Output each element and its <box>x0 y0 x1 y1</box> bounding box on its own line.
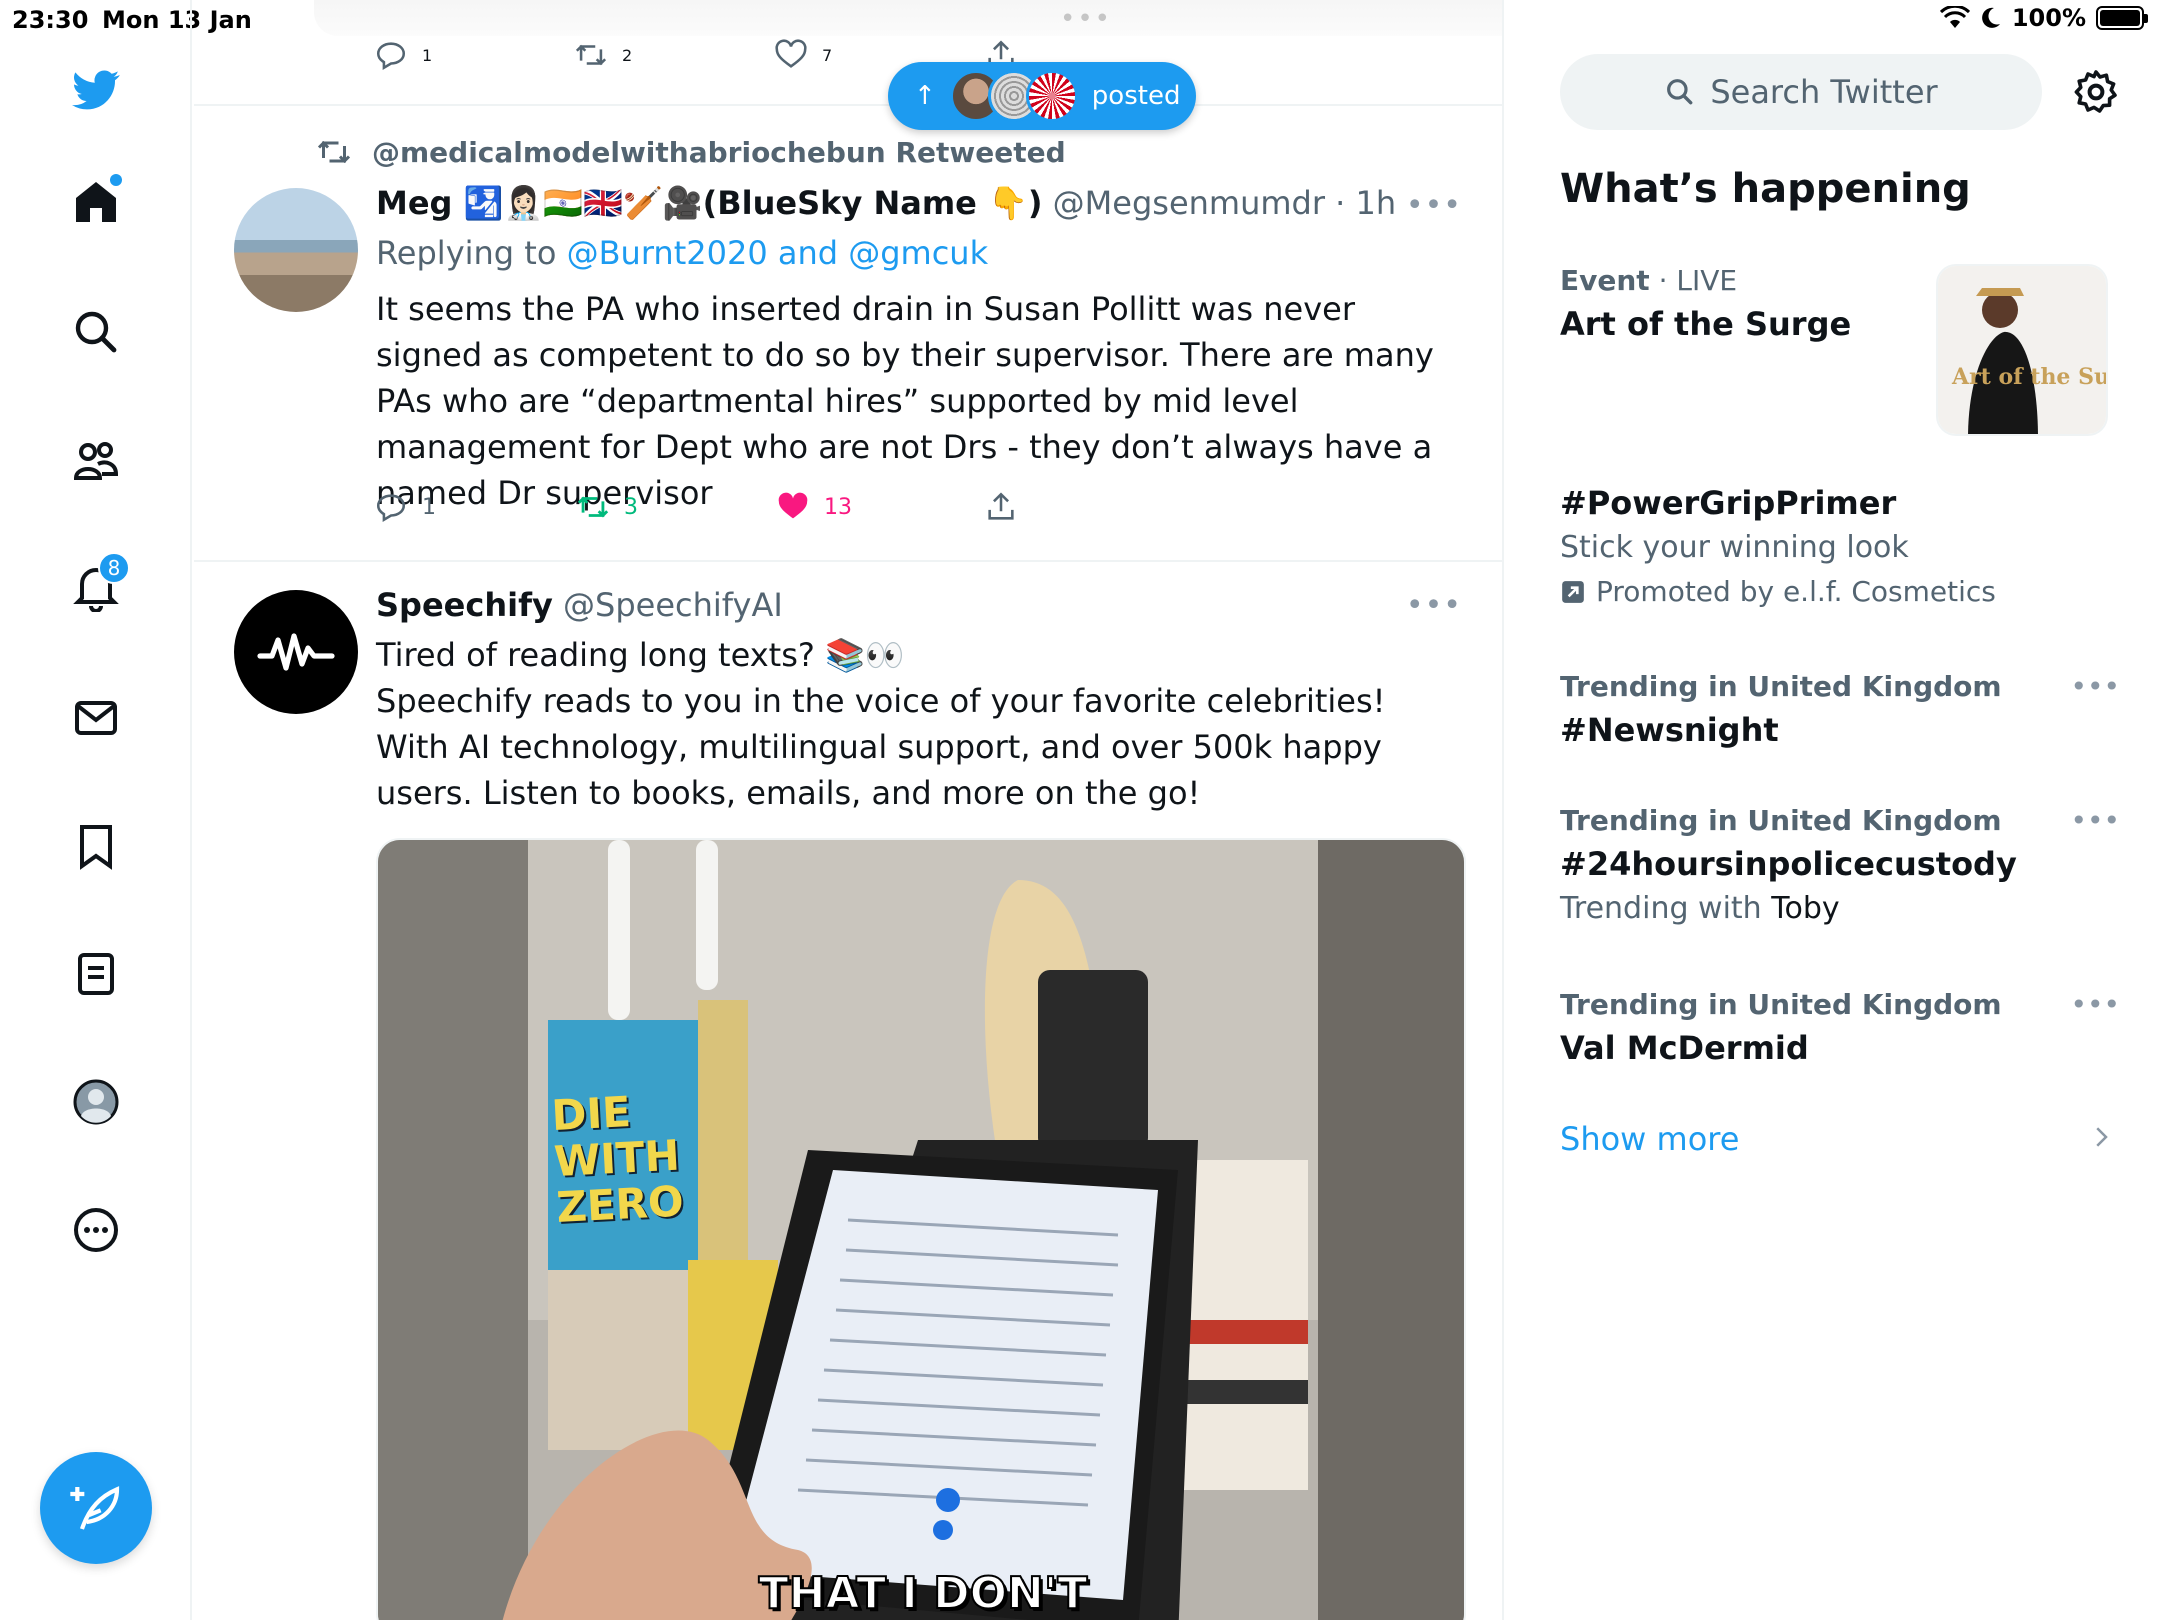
home-new-dot <box>110 174 122 186</box>
event-image-text: Art of the Surge <box>1952 364 2108 390</box>
previous-tweet-remnant: 1 2 7 <box>194 0 1502 106</box>
author-name[interactable]: Speechify <box>376 586 553 624</box>
more-options-icon[interactable] <box>66 1200 126 1260</box>
timeline: 1 2 7 ↑ posted @medicalmodelwithabrioche… <box>194 0 1504 1620</box>
trend-item[interactable]: Trending in United Kingdom Val McDermid … <box>1560 988 2120 1067</box>
author-handle[interactable]: @Megsenmumdr <box>1053 184 1325 222</box>
retweet-icon <box>577 496 609 518</box>
author-handle[interactable]: @SpeechifyAI <box>563 586 783 624</box>
video-caption: THAT I DON'T <box>758 1567 1089 1620</box>
show-more-link[interactable]: Show more <box>1560 1120 1739 1158</box>
trend-item[interactable]: Trending in United Kingdom #Newsnight ••… <box>1560 670 2120 749</box>
tweet-header: Meg 🛂👩🏻‍⚕️🇮🇳🇬🇧🏏🎥(BlueSky Name 👇) @Megsen… <box>376 184 1396 222</box>
trend-subtitle: Trending with Toby <box>1560 891 2120 926</box>
tweet-header: Speechify @SpeechifyAI <box>376 586 783 624</box>
search-icon[interactable] <box>66 302 126 362</box>
search-icon <box>1667 79 1693 105</box>
lists-icon[interactable] <box>66 944 126 1004</box>
right-sidebar: Search Twitter What’s happening Event · … <box>1506 0 2160 1620</box>
event-thumbnail[interactable]: Art of the Surge <box>1936 264 2108 436</box>
promoted-title: #PowerGripPrimer <box>1560 484 1897 522</box>
prev-reply-count: 1 <box>422 45 433 65</box>
profile-avatar-icon[interactable] <box>66 1072 126 1132</box>
tweet-text-line1: Tired of reading long texts? 📚👀 <box>376 636 905 674</box>
replying-prefix: Replying to <box>376 234 557 272</box>
prev-like-count: 7 <box>822 45 833 65</box>
tweet[interactable]: @medicalmodelwithabriochebun Retweeted M… <box>194 108 1502 562</box>
trend-meta: Trending in United Kingdom <box>1560 988 2002 1021</box>
trend-with-name: Toby <box>1771 891 1840 926</box>
author-avatar[interactable] <box>234 188 358 312</box>
prev-like-action[interactable]: 7 <box>774 38 832 72</box>
settings-gear-icon[interactable] <box>2072 68 2120 116</box>
event-status: · LIVE <box>1658 264 1738 297</box>
arrow-up-icon: ↑ <box>914 81 936 111</box>
pill-label: posted <box>1091 81 1181 111</box>
trend-with-prefix: Trending with <box>1560 891 1762 926</box>
share-icon <box>988 492 1014 520</box>
video-book-title: DIE WITH ZERO <box>550 1087 685 1233</box>
search-input[interactable]: Search Twitter <box>1560 54 2042 130</box>
promoted-subtitle: Stick your winning look <box>1560 530 1909 565</box>
promoted-trend[interactable]: #PowerGripPrimer Stick your winning look… <box>1560 484 2120 608</box>
retweeted-by-text[interactable]: @medicalmodelwithabriochebun Retweeted <box>372 136 1066 169</box>
prev-retweet-count: 2 <box>622 45 633 65</box>
retweet-action[interactable]: 3 <box>576 490 638 524</box>
tweet-video[interactable]: DIE WITH ZERO THAT I DON'T <box>376 838 1466 1620</box>
retweet-context: @medicalmodelwithabriochebun Retweeted <box>316 134 1066 170</box>
trend-more-icon[interactable]: ••• <box>2070 670 2120 703</box>
chevron-right-icon[interactable] <box>2086 1122 2116 1152</box>
tweet-time: · 1h <box>1335 184 1397 222</box>
trend-item[interactable]: Trending in United Kingdom #24hoursinpol… <box>1560 804 2120 926</box>
tweet-text: It seems the PA who inserted drain in Su… <box>376 290 1434 512</box>
reply-icon <box>376 42 406 71</box>
trend-title: #Newsnight <box>1560 711 1779 749</box>
trend-title: Val McDermid <box>1560 1029 1809 1067</box>
video-frame <box>378 840 1464 1620</box>
whats-happening-title: What’s happening <box>1560 166 1971 212</box>
tweet-text: Speechify reads to you in the voice of y… <box>376 682 1386 812</box>
bookmarks-icon[interactable] <box>66 816 126 876</box>
sidebar-nav: 8 <box>0 0 192 1620</box>
messages-icon[interactable] <box>66 688 126 748</box>
author-name[interactable]: Meg 🛂👩🏻‍⚕️🇮🇳🇬🇧🏏🎥(BlueSky Name 👇) <box>376 184 1042 222</box>
event-category: Event <box>1560 264 1650 297</box>
promoted-by: Promoted by e.l.f. Cosmetics <box>1560 575 2120 608</box>
home-icon[interactable] <box>66 172 126 232</box>
communities-icon[interactable] <box>66 430 126 490</box>
twitter-logo-icon[interactable] <box>66 60 126 120</box>
notifications-bell-icon[interactable]: 8 <box>66 552 130 618</box>
promoted-icon <box>1562 580 1584 603</box>
reply-count: 1 <box>422 494 436 520</box>
liked-heart-icon <box>778 492 808 519</box>
like-icon <box>775 39 807 68</box>
replying-to: Replying to @Burnt2020 and @gmcuk <box>376 234 988 272</box>
compose-tweet-button[interactable] <box>40 1452 152 1564</box>
trend-more-icon[interactable]: ••• <box>2070 804 2120 837</box>
retweet-small-icon <box>317 140 351 164</box>
trend-meta: Trending in United Kingdom <box>1560 804 2002 837</box>
notifications-badge: 8 <box>98 552 130 584</box>
trend-title: #24hoursinpolicecustody <box>1560 845 2017 883</box>
compose-feather-icon <box>70 1486 120 1530</box>
reply-action[interactable]: 1 <box>374 490 436 524</box>
promoted-tweet[interactable]: Speechify @SpeechifyAI ••• Tired of read… <box>194 564 1502 1620</box>
speechify-avatar[interactable] <box>234 590 358 714</box>
prev-reply-action[interactable]: 1 <box>374 38 432 72</box>
like-action[interactable]: 13 <box>776 490 852 524</box>
retweet-icon <box>575 44 607 66</box>
tweet-more-icon[interactable]: ••• <box>1406 188 1462 223</box>
trend-more-icon[interactable]: ••• <box>2070 988 2120 1021</box>
promoted-by-text: Promoted by e.l.f. Cosmetics <box>1596 575 1996 608</box>
search-placeholder: Search Twitter <box>1710 73 1938 111</box>
prev-retweet-action[interactable]: 2 <box>574 38 632 72</box>
reply-icon <box>376 494 406 523</box>
tweet-more-icon[interactable]: ••• <box>1406 588 1462 623</box>
like-count: 13 <box>824 494 852 520</box>
speechify-logo-icon <box>257 633 335 671</box>
share-action[interactable] <box>984 490 1018 524</box>
retweet-count: 3 <box>624 494 638 520</box>
replying-to-users[interactable]: @Burnt2020 and @gmcuk <box>567 234 989 272</box>
trend-meta: Trending in United Kingdom <box>1560 670 2002 703</box>
